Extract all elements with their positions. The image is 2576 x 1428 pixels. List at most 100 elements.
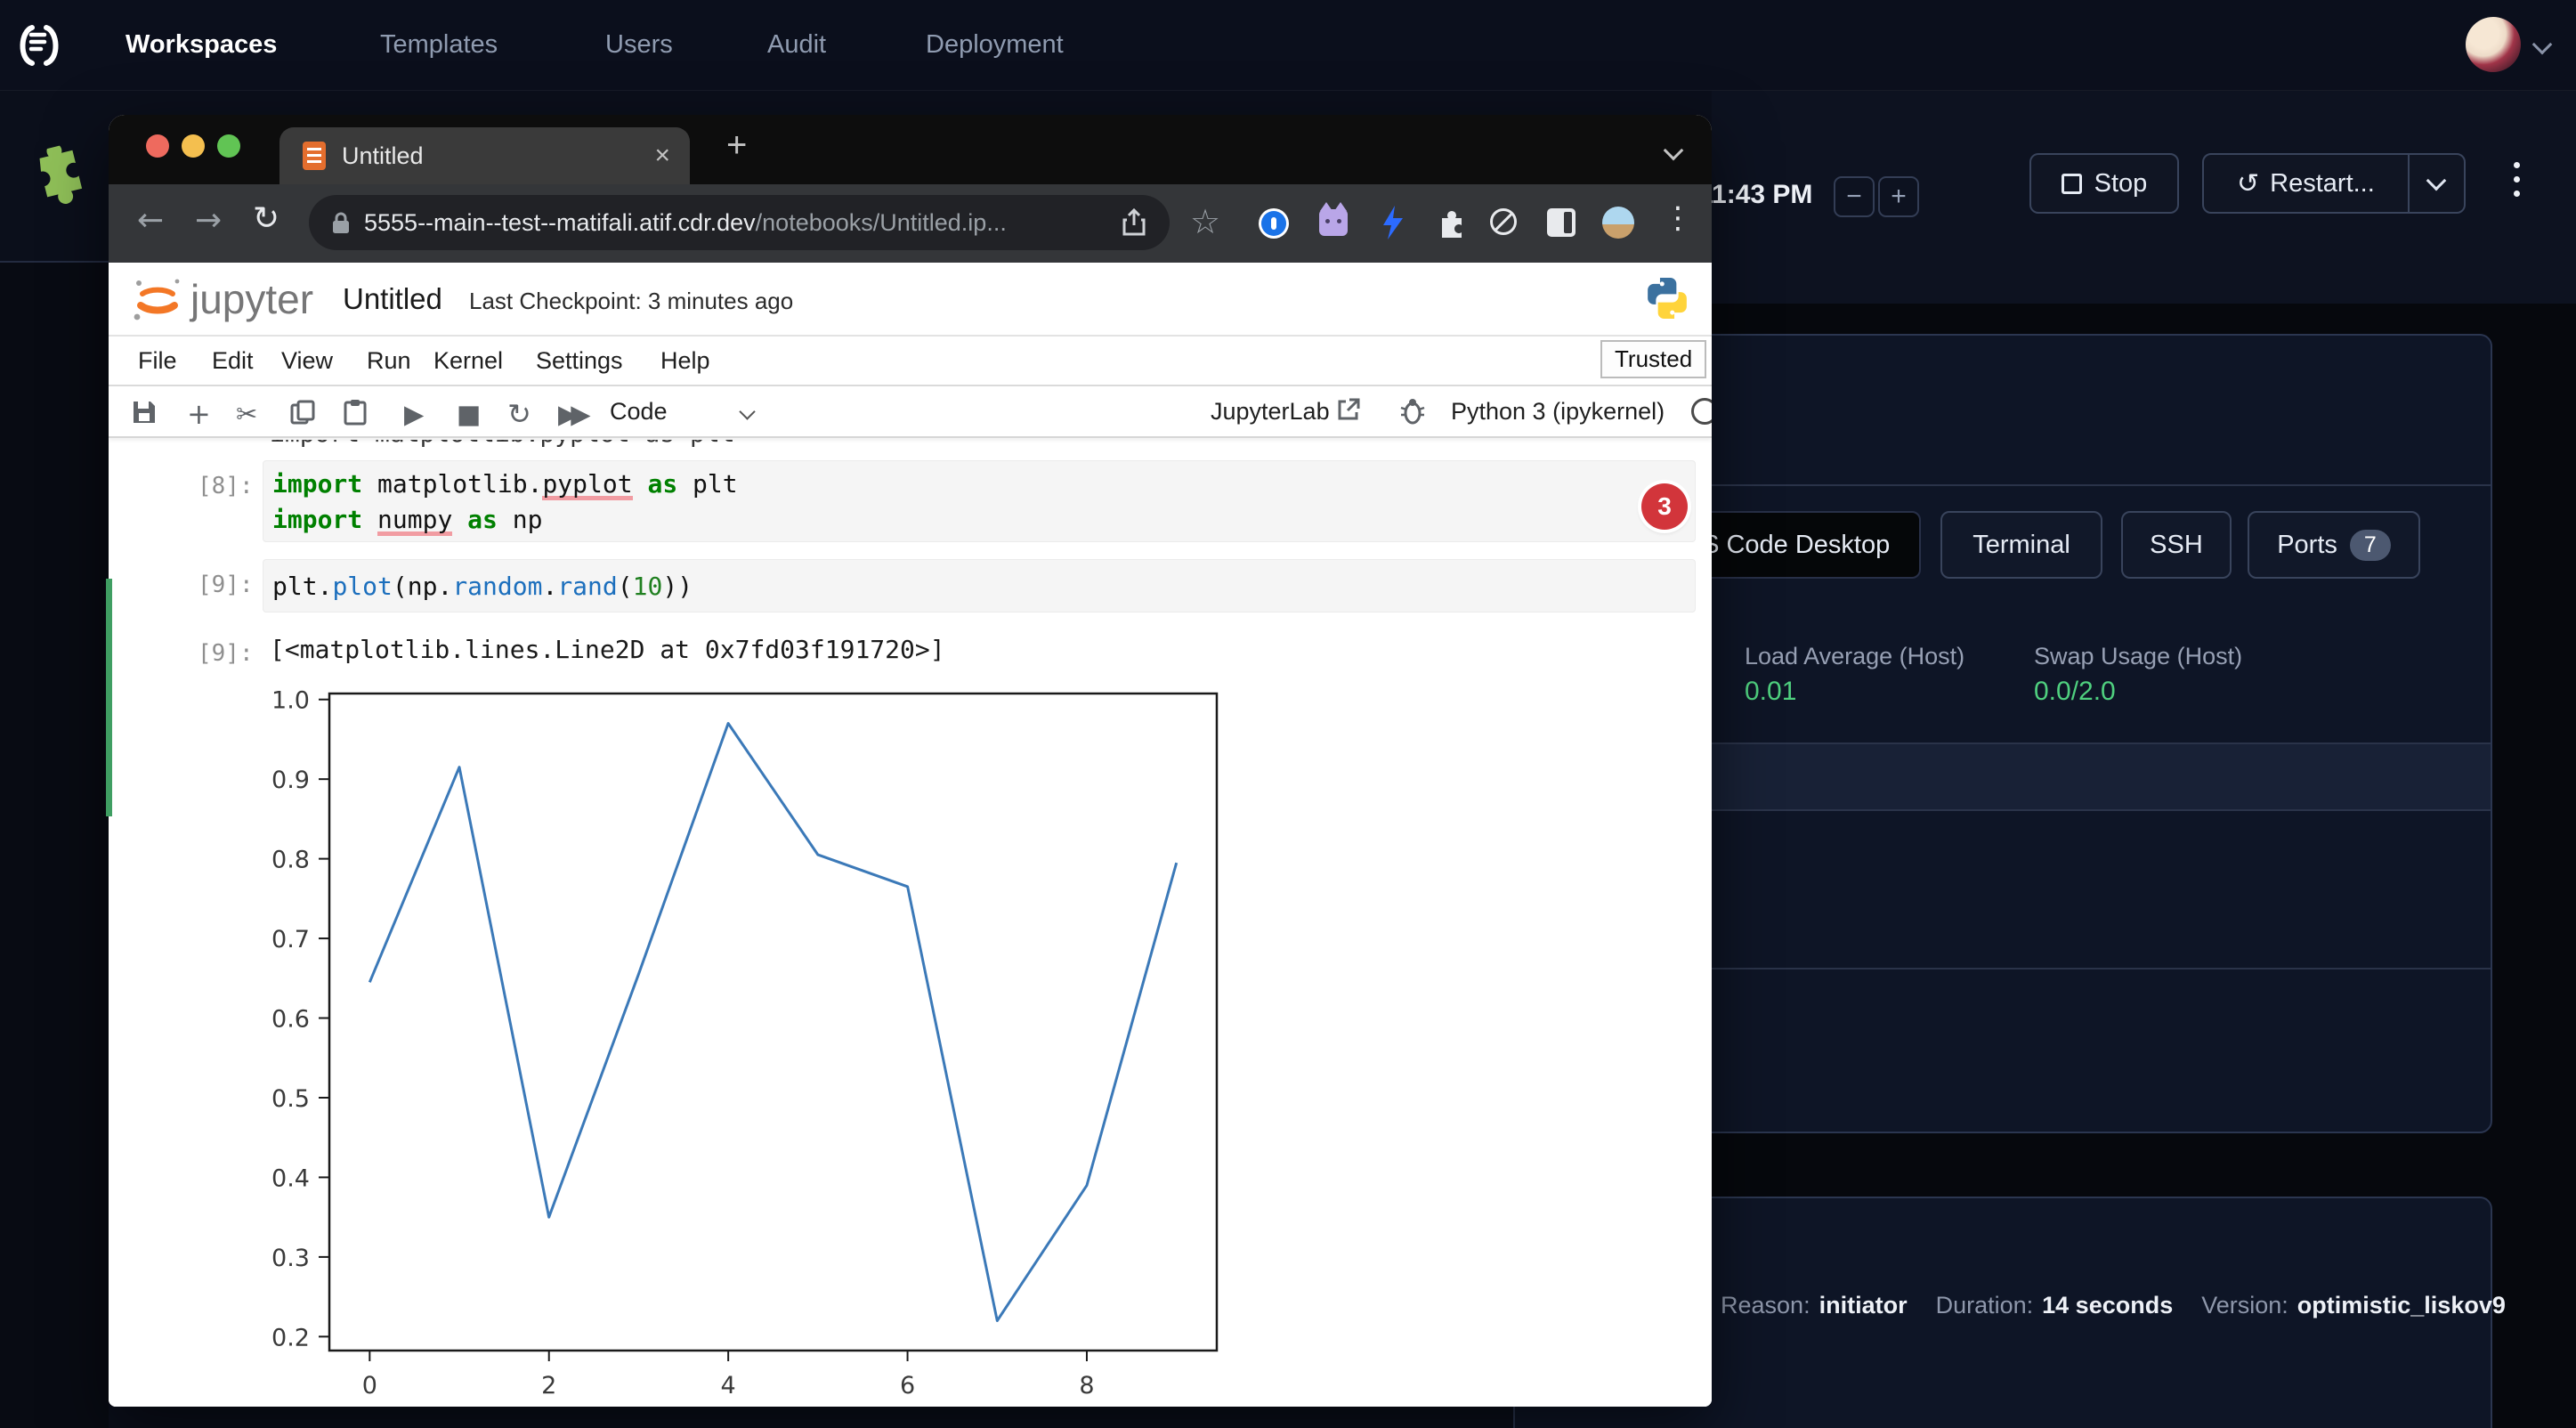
- run-cell-icon[interactable]: ▶: [404, 399, 424, 429]
- browser-profile-avatar[interactable]: [1602, 207, 1634, 239]
- stop-label: Stop: [2094, 169, 2148, 199]
- jupyter-toolbar: + ✂ ▶ ■ ↻ ▶▶ Code JupyterLab: [109, 386, 1712, 438]
- forward-icon[interactable]: →: [195, 202, 222, 239]
- load-average-value: 0.01: [1745, 677, 1796, 707]
- kernel-status-icon: [1691, 398, 1712, 425]
- blocker-extension-icon[interactable]: [1490, 208, 1517, 235]
- menu-edit[interactable]: Edit: [212, 347, 254, 375]
- restart-workspace-split-button[interactable]: ↺ Restart...: [2202, 153, 2466, 214]
- svg-text:0.8: 0.8: [271, 847, 310, 874]
- close-icon[interactable]: ×: [654, 141, 670, 171]
- insert-cell-icon[interactable]: +: [187, 397, 211, 431]
- run-all-icon[interactable]: ▶▶: [558, 399, 584, 429]
- menu-run[interactable]: Run: [367, 347, 411, 375]
- jupyter-logo: [130, 272, 185, 327]
- onepassword-extension-icon[interactable]: [1259, 208, 1289, 239]
- zoom-out-button[interactable]: −: [1834, 176, 1875, 217]
- browser-menu-kebab-icon[interactable]: ⋮: [1663, 200, 1693, 236]
- sidebar-extension-icon[interactable]: [1547, 208, 1576, 237]
- user-avatar[interactable]: [2466, 17, 2521, 72]
- paste-icon[interactable]: [343, 399, 368, 426]
- menu-kernel[interactable]: Kernel: [433, 347, 503, 375]
- share-icon[interactable]: [1122, 208, 1146, 237]
- chevron-down-icon[interactable]: [2532, 35, 2553, 55]
- output9-prompt: [9]:: [198, 640, 254, 667]
- lock-icon: [330, 210, 352, 235]
- cell9-input[interactable]: plt.plot(np.random.rand(10)): [263, 559, 1696, 613]
- stop-square-icon: [2062, 174, 2082, 194]
- workspace-more-menu[interactable]: [2514, 162, 2520, 197]
- menu-file[interactable]: File: [138, 347, 177, 375]
- traffic-light-minimize[interactable]: [182, 134, 205, 158]
- kernel-name[interactable]: Python 3 (ipykernel): [1451, 398, 1665, 426]
- swap-usage-value: 0.0/2.0: [2034, 677, 2116, 707]
- svg-text:1.0: 1.0: [271, 687, 310, 715]
- jupyterlab-link[interactable]: JupyterLab: [1211, 398, 1330, 426]
- version-label: Version:: [2201, 1292, 2288, 1319]
- ports-button[interactable]: Ports 7: [2248, 511, 2420, 579]
- lightning-extension-icon[interactable]: [1380, 204, 1406, 241]
- debugger-bug-icon[interactable]: [1399, 396, 1426, 425]
- duration-value: 14 seconds: [2042, 1292, 2173, 1319]
- cat-extension-icon[interactable]: [1319, 209, 1348, 236]
- tab-search-chevron-icon[interactable]: [1664, 141, 1684, 161]
- ssh-label: SSH: [2150, 531, 2203, 560]
- stop-workspace-button[interactable]: Stop: [2029, 153, 2179, 214]
- external-link-icon[interactable]: [1337, 398, 1360, 421]
- restart-kernel-icon[interactable]: ↻: [507, 397, 531, 431]
- ports-count-badge: 7: [2350, 530, 2391, 561]
- trusted-button[interactable]: Trusted: [1600, 340, 1706, 378]
- reload-icon[interactable]: ↻: [253, 200, 279, 237]
- browser-toolbar: ← → ↻ 5555--main--test--matifali.atif.cd…: [109, 184, 1712, 263]
- jupyter-menubar: File Edit View Run Kernel Settings Help …: [109, 337, 1712, 386]
- svg-text:8: 8: [1079, 1372, 1094, 1400]
- interrupt-kernel-icon[interactable]: ■: [457, 399, 481, 429]
- cell-type-select[interactable]: Code: [610, 398, 668, 426]
- zoom-in-button[interactable]: +: [1878, 176, 1919, 217]
- address-bar[interactable]: 5555--main--test--matifali.atif.cdr.dev …: [309, 195, 1170, 250]
- cell8-input[interactable]: import matplotlib.pyplot as plt import n…: [263, 460, 1696, 542]
- menu-help[interactable]: Help: [660, 347, 710, 375]
- bookmark-star-icon[interactable]: ☆: [1190, 202, 1220, 241]
- notebook-title[interactable]: Untitled: [343, 282, 442, 316]
- menu-settings[interactable]: Settings: [536, 347, 623, 375]
- last-checkpoint: Last Checkpoint: 3 minutes ago: [469, 288, 793, 315]
- jupyter-page: jupyter Untitled Last Checkpoint: 3 minu…: [109, 263, 1712, 1407]
- browser-tab[interactable]: Untitled ×: [279, 127, 690, 184]
- back-icon[interactable]: ←: [137, 202, 164, 239]
- vscode-desktop-label: VS Code Desktop: [1685, 531, 1891, 560]
- svg-text:4: 4: [721, 1372, 736, 1400]
- chevron-down-icon: [739, 403, 755, 419]
- jupyter-brand: jupyter: [190, 275, 313, 323]
- svg-text:0.5: 0.5: [271, 1085, 310, 1113]
- copy-icon[interactable]: [290, 400, 315, 425]
- chevron-down-icon: [2426, 171, 2447, 191]
- page-left-background: [0, 261, 109, 1428]
- menu-view[interactable]: View: [281, 347, 333, 375]
- cut-icon[interactable]: ✂: [236, 399, 257, 429]
- ssh-button[interactable]: SSH: [2121, 511, 2232, 579]
- notification-count-badge[interactable]: 3: [1641, 483, 1688, 530]
- nav-item-audit[interactable]: Audit: [767, 0, 826, 90]
- active-cell-indicator: [106, 579, 112, 816]
- nav-item-users[interactable]: Users: [605, 0, 673, 90]
- coder-top-nav: Workspaces Templates Users Audit Deploym…: [0, 0, 2576, 91]
- traffic-light-close[interactable]: [146, 134, 169, 158]
- puzzle-extension-icon[interactable]: [1435, 207, 1467, 239]
- coder-logo[interactable]: [14, 21, 62, 69]
- nav-item-deployment[interactable]: Deployment: [926, 0, 1064, 90]
- restart-main-button[interactable]: ↺ Restart...: [2204, 155, 2410, 212]
- traffic-light-zoom[interactable]: [217, 134, 240, 158]
- browser-tab-bar: Untitled × +: [109, 115, 1712, 184]
- reason-value: initiator: [1819, 1292, 1908, 1319]
- notebook-favicon: [303, 142, 326, 170]
- terminal-button[interactable]: Terminal: [1940, 511, 2102, 579]
- nav-item-workspaces[interactable]: Workspaces: [126, 0, 277, 90]
- save-icon[interactable]: [132, 400, 157, 425]
- svg-text:0: 0: [362, 1372, 377, 1400]
- nav-item-templates[interactable]: Templates: [380, 0, 498, 90]
- browser-window: Untitled × + ← → ↻ 5555--main--test--mat…: [109, 115, 1712, 1407]
- restart-dropdown-button[interactable]: [2410, 179, 2464, 188]
- new-tab-icon[interactable]: +: [726, 126, 747, 166]
- svg-text:6: 6: [900, 1372, 915, 1400]
